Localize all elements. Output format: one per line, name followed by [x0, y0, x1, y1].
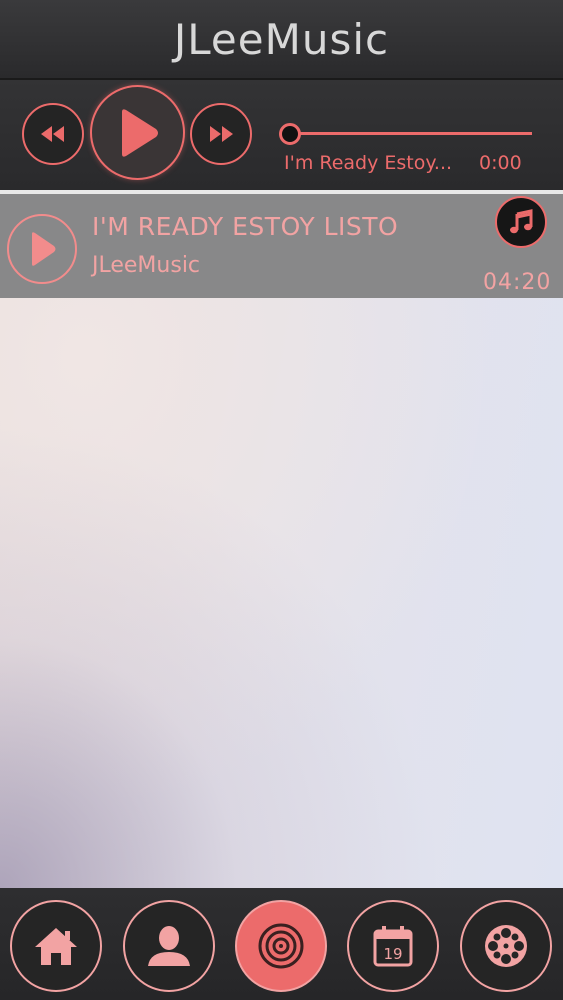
song-artist: JLeeMusic — [92, 253, 201, 278]
fast-forward-icon — [210, 126, 233, 142]
app-header: JLeeMusic — [0, 0, 563, 80]
profile-icon — [148, 926, 190, 966]
music-note-icon — [495, 196, 547, 248]
play-icon — [32, 232, 56, 266]
nav-calendar-button[interactable]: 19 — [347, 900, 439, 992]
calendar-icon: 19 — [373, 926, 413, 967]
progress-track[interactable] — [290, 132, 532, 135]
content-area — [0, 298, 563, 888]
play-button[interactable] — [90, 85, 185, 180]
now-playing-title: I'm Ready Estoy... — [284, 152, 453, 174]
bottom-nav: 19 — [0, 888, 563, 1000]
nav-speaker-button[interactable] — [235, 900, 327, 992]
song-duration: 04:20 — [483, 270, 552, 295]
home-icon — [35, 928, 77, 965]
nav-profile-button[interactable] — [123, 900, 215, 992]
elapsed-time: 0:00 — [479, 152, 522, 174]
nav-home-button[interactable] — [10, 900, 102, 992]
speaker-icon — [258, 923, 304, 969]
rewind-icon — [41, 126, 64, 142]
progress-knob[interactable] — [279, 123, 301, 145]
player-bar: I'm Ready Estoy... 0:00 — [0, 80, 563, 190]
calendar-day: 19 — [383, 945, 402, 963]
play-icon — [121, 108, 158, 157]
song-play-button[interactable] — [7, 214, 77, 284]
nav-film-button[interactable] — [460, 900, 552, 992]
song-title: I'M READY ESTOY LISTO — [92, 212, 399, 241]
fast-forward-button[interactable] — [190, 103, 252, 165]
film-reel-icon — [485, 925, 527, 967]
list-item[interactable]: I'M READY ESTOY LISTO JLeeMusic 04:20 — [0, 194, 563, 298]
rewind-button[interactable] — [22, 103, 84, 165]
app-title: JLeeMusic — [173, 14, 390, 64]
